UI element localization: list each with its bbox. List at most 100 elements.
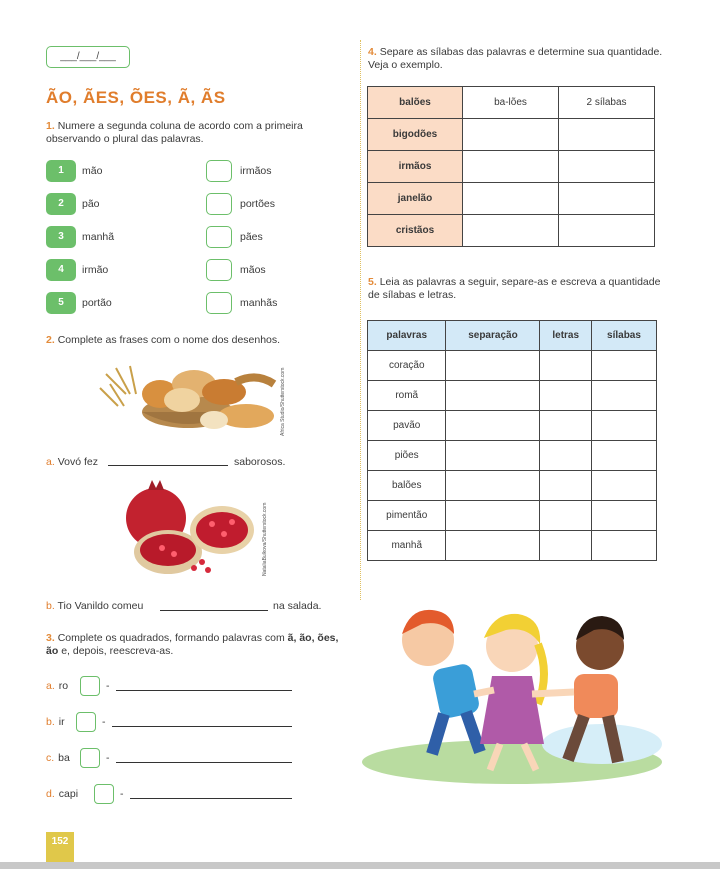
- q4-count-cell[interactable]: 2 sílabas: [558, 86, 655, 119]
- q5-letters-cell[interactable]: [539, 530, 592, 561]
- q3-item-label: d. capi: [46, 788, 78, 801]
- q5-separation-cell[interactable]: [445, 440, 541, 471]
- q4-count-cell[interactable]: [558, 182, 655, 215]
- q3-answer-line[interactable]: [112, 726, 292, 727]
- q3-item-stem: ba: [58, 752, 70, 764]
- q3-instruction: 3. Complete os quadrados, formando palav…: [46, 632, 346, 658]
- q1-left-word: pão: [82, 198, 100, 210]
- q5-header-cell: sílabas: [590, 320, 658, 351]
- q1-right-word: pães: [240, 231, 263, 243]
- q4-separation-cell[interactable]: [462, 182, 559, 215]
- q3-item-label: a. ro: [46, 680, 68, 693]
- column-divider: [360, 40, 361, 600]
- q4-row: janelão: [367, 182, 655, 215]
- q5-letters-cell[interactable]: [539, 380, 592, 411]
- q5-separation-cell[interactable]: [445, 380, 541, 411]
- q3-answer-line[interactable]: [116, 690, 292, 691]
- q5-instruction: 5. Leia as palavras a seguir, separe-as …: [368, 276, 668, 302]
- q5-row: pavão: [366, 410, 658, 441]
- q1-answer-box[interactable]: [206, 160, 232, 182]
- q4-number: 4.: [368, 46, 377, 58]
- q4-text: Separe as sílabas das palavras e determi…: [368, 46, 663, 71]
- q1-text: Numere a segunda coluna de acordo com a …: [46, 120, 303, 145]
- q5-separation-cell[interactable]: [445, 500, 541, 531]
- q5-letters-cell[interactable]: [539, 470, 592, 501]
- q4-separation-cell[interactable]: [462, 214, 559, 247]
- q3-number: 3.: [46, 632, 55, 644]
- q3-letter-box[interactable]: [94, 784, 114, 804]
- q2-a-letter: a.: [46, 456, 55, 468]
- q4-row: irmãos: [367, 150, 655, 183]
- q4-word-cell: irmãos: [367, 150, 463, 183]
- q5-row: piões: [366, 440, 658, 471]
- q5-letters-cell[interactable]: [539, 500, 592, 531]
- q4-word-cell: balões: [367, 86, 463, 119]
- q1-number-badge: 5: [46, 292, 76, 314]
- q4-separation-cell[interactable]: [462, 150, 559, 183]
- q4-row: balões ba-lões 2 sílabas: [367, 86, 655, 119]
- q2-a-text1: Vovó fez: [57, 456, 98, 468]
- page-title: ÃO, ÃES, ÕES, Ã, ÃS: [46, 88, 226, 107]
- q2-b-letter: b.: [46, 600, 55, 612]
- q5-row: coração: [366, 350, 658, 381]
- q3-letter-box[interactable]: [76, 712, 96, 732]
- q4-separation-cell[interactable]: [462, 118, 559, 151]
- q1-right-word: portões: [240, 198, 276, 210]
- q5-syllables-cell[interactable]: [590, 470, 658, 501]
- q1-left-word: portão: [82, 297, 112, 309]
- date-box[interactable]: ___/___/___: [46, 46, 130, 68]
- q4-word-cell: cristãos: [367, 214, 463, 247]
- q4-count-cell[interactable]: [558, 214, 655, 247]
- q1-answer-box[interactable]: [206, 226, 232, 248]
- q2-number: 2.: [46, 334, 55, 346]
- q5-word-cell: pimentão: [366, 500, 447, 531]
- q3-letter-box[interactable]: [80, 676, 100, 696]
- q5-syllables-cell[interactable]: [590, 440, 658, 471]
- q5-word-cell: romã: [366, 380, 447, 411]
- q2-b-answer-line[interactable]: [160, 610, 268, 611]
- q1-number: 1.: [46, 120, 55, 132]
- q4-separation-cell[interactable]: ba-lões: [462, 86, 559, 119]
- q5-separation-cell[interactable]: [445, 530, 541, 561]
- q5-syllables-cell[interactable]: [590, 350, 658, 381]
- q5-separation-cell[interactable]: [445, 410, 541, 441]
- q3-dash: -: [106, 752, 110, 764]
- q5-syllables-cell[interactable]: [590, 500, 658, 531]
- q3-letter-box[interactable]: [80, 748, 100, 768]
- q1-left-word: manhã: [82, 231, 115, 243]
- q2-b-text1: Tio Vanildo comeu: [57, 600, 144, 612]
- q3-answer-line[interactable]: [116, 762, 292, 763]
- footer-bar: [0, 862, 720, 869]
- q4-count-cell[interactable]: [558, 118, 655, 151]
- q5-letters-cell[interactable]: [539, 350, 592, 381]
- q1-answer-box[interactable]: [206, 259, 232, 281]
- q2-sentence-b: b. Tio Vanildo comeu: [46, 600, 143, 613]
- q2-a-answer-line[interactable]: [108, 465, 228, 466]
- q3-item-stem: ir: [58, 716, 65, 728]
- q1-answer-box[interactable]: [206, 292, 232, 314]
- q5-letters-cell[interactable]: [539, 410, 592, 441]
- q1-left-word: irmão: [82, 264, 109, 276]
- q4-row: bigodões: [367, 118, 655, 151]
- q5-word-cell: coração: [366, 350, 447, 381]
- q5-letters-cell[interactable]: [539, 440, 592, 471]
- q1-right-word: irmãos: [240, 165, 272, 177]
- q5-separation-cell[interactable]: [445, 470, 541, 501]
- q4-count-cell[interactable]: [558, 150, 655, 183]
- q1-number-badge: 2: [46, 193, 76, 215]
- q5-syllables-cell[interactable]: [590, 530, 658, 561]
- q4-word-cell: janelão: [367, 182, 463, 215]
- q5-separation-cell[interactable]: [445, 350, 541, 381]
- q5-header-cell: palavras: [366, 320, 447, 351]
- q5-word-cell: pavão: [366, 410, 447, 441]
- q3-item-stem: ro: [58, 680, 69, 692]
- pomegranate-image: [112, 478, 262, 580]
- q5-header-cell: letras: [539, 320, 592, 351]
- photo-credit-bread: Africa Studio/Shutterstock.com: [280, 367, 286, 436]
- q3-answer-line[interactable]: [130, 798, 292, 799]
- q5-syllables-cell[interactable]: [590, 410, 658, 441]
- q2-b-text2: na salada.: [273, 600, 322, 612]
- q5-syllables-cell[interactable]: [590, 380, 658, 411]
- q3-item-letter: d.: [46, 788, 55, 800]
- q1-answer-box[interactable]: [206, 193, 232, 215]
